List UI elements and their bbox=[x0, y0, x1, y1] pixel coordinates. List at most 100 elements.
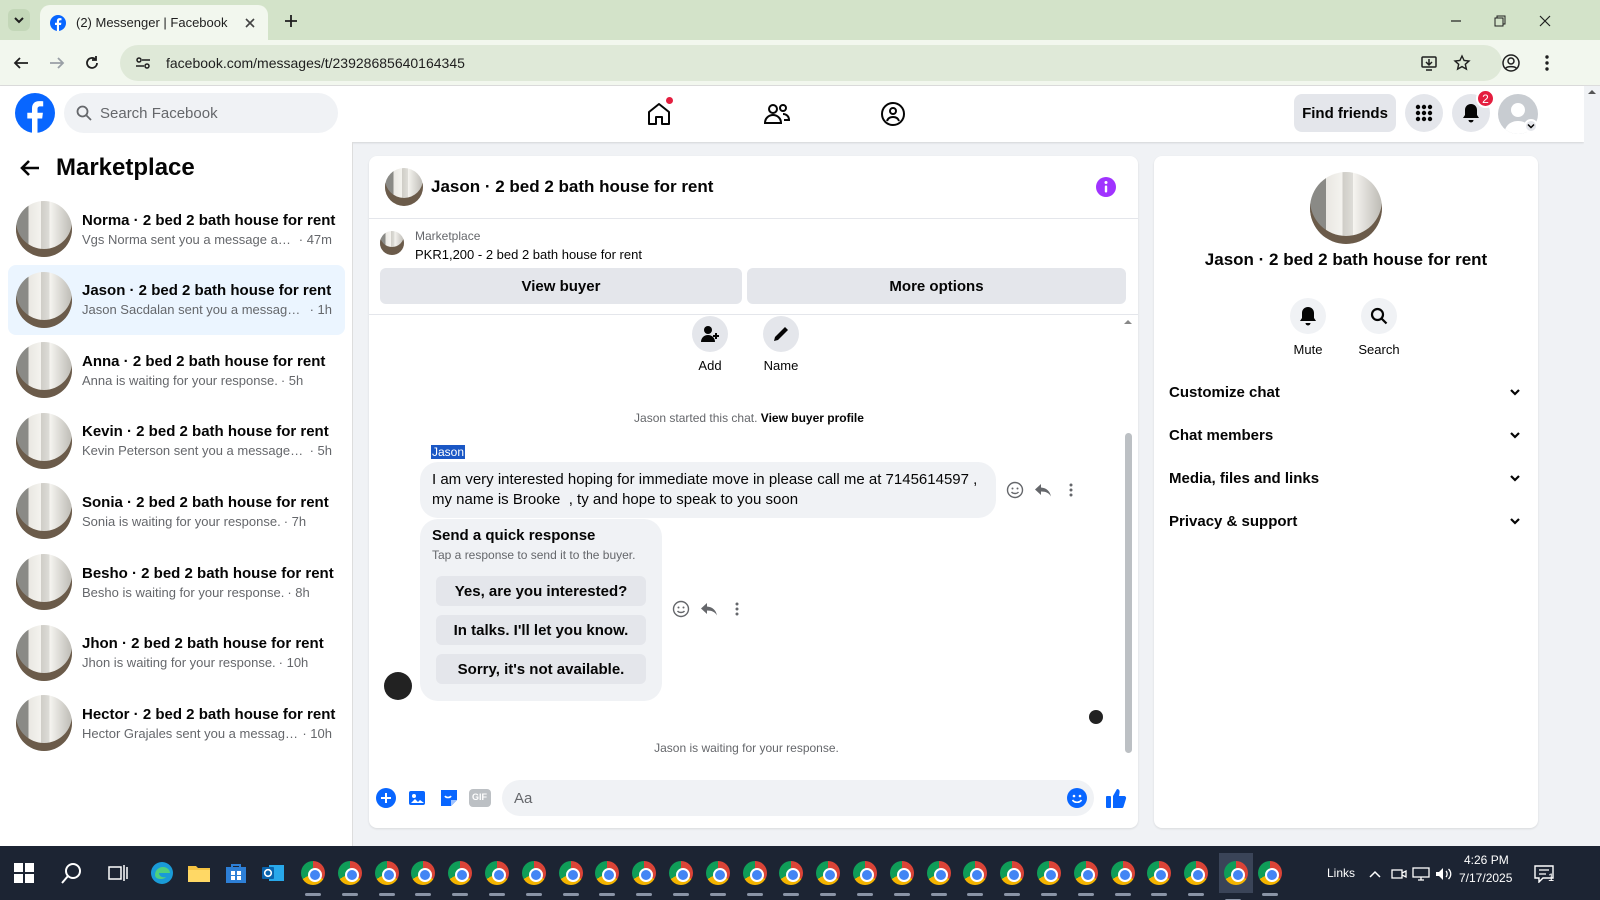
chrome-window-taskbar-item[interactable] bbox=[1035, 859, 1063, 896]
conversation-item[interactable]: Sonia · 2 bed 2 bath house for rent Sonia… bbox=[8, 476, 345, 546]
chrome-window-taskbar-item[interactable] bbox=[888, 859, 916, 896]
chrome-window-taskbar-item[interactable] bbox=[998, 859, 1026, 896]
chrome-window-taskbar-item[interactable] bbox=[483, 859, 511, 896]
close-icon[interactable] bbox=[242, 15, 258, 31]
chrome-window-taskbar-item[interactable] bbox=[1109, 859, 1137, 896]
info-icon[interactable] bbox=[1096, 177, 1116, 197]
conversation-item[interactable]: Jason · 2 bed 2 bath house for rent Jason… bbox=[8, 264, 345, 335]
incoming-message-bubble[interactable]: I am very interested hoping for immediat… bbox=[420, 462, 996, 518]
message-input-box[interactable] bbox=[502, 780, 1094, 816]
task-view-button[interactable] bbox=[104, 859, 132, 887]
new-tab-button[interactable] bbox=[280, 10, 302, 32]
info-section-row[interactable]: Customize chat bbox=[1169, 372, 1521, 412]
chrome-window-taskbar-item[interactable] bbox=[925, 859, 953, 896]
clock-date[interactable]: 7/17/2025 bbox=[1459, 871, 1512, 885]
chrome-window-taskbar-item[interactable] bbox=[557, 859, 585, 896]
chrome-window-taskbar-item[interactable] bbox=[667, 859, 695, 896]
message-input[interactable] bbox=[514, 789, 1034, 807]
chrome-window-taskbar-item[interactable] bbox=[446, 859, 474, 896]
outlook-app[interactable] bbox=[259, 859, 287, 887]
name-chat-action[interactable]: Name bbox=[751, 316, 811, 373]
more-dots-icon[interactable] bbox=[1061, 480, 1081, 500]
search-input[interactable] bbox=[100, 104, 320, 122]
conversation-item[interactable]: Kevin · 2 bed 2 bath house for rent Kevin… bbox=[8, 406, 345, 476]
home-nav-button[interactable] bbox=[639, 96, 679, 132]
notifications-button[interactable]: 2 bbox=[1452, 89, 1495, 132]
add-people-action[interactable]: Add bbox=[680, 316, 740, 373]
mute-circle[interactable] bbox=[1290, 298, 1326, 334]
action-center-button[interactable]: 1 bbox=[1530, 860, 1558, 888]
scrollbar-thumb[interactable] bbox=[1125, 433, 1132, 753]
find-friends-button[interactable]: Find friends bbox=[1294, 94, 1396, 132]
facebook-search[interactable] bbox=[64, 93, 338, 133]
quick-response-yes[interactable]: Yes, are you interested? bbox=[436, 576, 646, 606]
add-person-circle[interactable] bbox=[692, 316, 728, 352]
quick-response-not-available[interactable]: Sorry, it's not available. bbox=[436, 654, 646, 684]
menu-button[interactable] bbox=[1405, 94, 1443, 132]
links-toolbar-label[interactable]: Links bbox=[1327, 866, 1355, 880]
attach-photo-button[interactable] bbox=[407, 787, 429, 809]
view-buyer-profile-link[interactable]: View buyer profile bbox=[761, 411, 864, 425]
react-emoji-icon[interactable] bbox=[671, 599, 691, 619]
mute-action[interactable]: Mute bbox=[1278, 298, 1338, 357]
chrome-window-taskbar-item[interactable] bbox=[777, 859, 805, 896]
pencil-circle[interactable] bbox=[763, 316, 799, 352]
profile-button[interactable] bbox=[1499, 51, 1523, 75]
taskbar-search-button[interactable] bbox=[58, 859, 86, 887]
search-circle[interactable] bbox=[1361, 298, 1397, 334]
clock-time[interactable]: 4:26 PM bbox=[1464, 853, 1509, 867]
chrome-window-taskbar-item[interactable] bbox=[520, 859, 548, 896]
chrome-window-taskbar-item[interactable] bbox=[299, 859, 327, 896]
info-section-row[interactable]: Chat members bbox=[1169, 415, 1521, 455]
close-window-button[interactable] bbox=[1534, 10, 1556, 32]
chrome-window-taskbar-item[interactable] bbox=[593, 859, 621, 896]
browser-menu-button[interactable] bbox=[1535, 51, 1559, 75]
chrome-window-taskbar-item[interactable] bbox=[373, 859, 401, 896]
groups-nav-button[interactable] bbox=[873, 96, 913, 132]
bookmark-star-icon[interactable] bbox=[1453, 54, 1471, 72]
scroll-up-arrow-icon[interactable] bbox=[1584, 86, 1600, 98]
minimize-button[interactable] bbox=[1445, 10, 1467, 32]
chrome-window-taskbar-item[interactable] bbox=[1219, 853, 1253, 900]
info-section-row[interactable]: Privacy & support bbox=[1169, 501, 1521, 541]
chat-scrollbar[interactable] bbox=[1123, 318, 1133, 763]
chrome-window-taskbar-item[interactable] bbox=[704, 859, 732, 896]
info-section-row[interactable]: Media, files and links bbox=[1169, 458, 1521, 498]
tab-search-button[interactable] bbox=[8, 9, 30, 31]
volume-button[interactable] bbox=[1430, 860, 1458, 888]
like-button[interactable] bbox=[1105, 787, 1127, 809]
arrow-left-icon[interactable] bbox=[18, 156, 42, 180]
restore-button[interactable] bbox=[1489, 10, 1511, 32]
scroll-up-arrow-icon[interactable] bbox=[1123, 318, 1133, 326]
chrome-window-taskbar-item[interactable] bbox=[336, 859, 364, 896]
more-dots-icon[interactable] bbox=[727, 599, 747, 619]
chrome-window-taskbar-item[interactable] bbox=[1145, 859, 1173, 896]
page-scrollbar[interactable] bbox=[1584, 86, 1600, 846]
chrome-window-taskbar-item[interactable] bbox=[1072, 859, 1100, 896]
edge-app[interactable] bbox=[148, 859, 176, 887]
quick-response-in-talks[interactable]: In talks. I'll let you know. bbox=[436, 615, 646, 645]
install-app-icon[interactable] bbox=[1420, 54, 1438, 72]
gif-button[interactable]: GIF bbox=[469, 787, 491, 809]
more-actions-button[interactable] bbox=[375, 787, 397, 809]
chrome-window-taskbar-item[interactable] bbox=[741, 859, 769, 896]
chrome-window-taskbar-item[interactable] bbox=[851, 859, 879, 896]
chat-title[interactable]: Jason · 2 bed 2 bath house for rent bbox=[431, 177, 713, 197]
listing-thumbnail[interactable] bbox=[385, 168, 423, 206]
conversation-item[interactable]: Norma · 2 bed 2 bath house for rent Vgs N… bbox=[8, 194, 345, 264]
account-chevron[interactable] bbox=[1524, 119, 1538, 133]
back-button[interactable] bbox=[9, 51, 33, 75]
forward-button[interactable] bbox=[45, 51, 69, 75]
reply-icon[interactable] bbox=[699, 599, 719, 619]
conversation-item[interactable]: Hector · 2 bed 2 bath house for rent Hect… bbox=[8, 688, 345, 758]
chrome-window-taskbar-item[interactable] bbox=[961, 859, 989, 896]
store-app[interactable] bbox=[222, 859, 250, 887]
reload-button[interactable] bbox=[80, 51, 104, 75]
file-explorer-app[interactable] bbox=[185, 859, 213, 887]
facebook-logo[interactable] bbox=[15, 93, 55, 133]
chrome-window-taskbar-item[interactable] bbox=[409, 859, 437, 896]
emoji-button[interactable] bbox=[1066, 787, 1088, 809]
address-bar[interactable]: facebook.com/messages/t/2392868564016434… bbox=[120, 45, 1502, 81]
search-in-chat-action[interactable]: Search bbox=[1349, 298, 1409, 357]
chrome-window-taskbar-item[interactable] bbox=[814, 859, 842, 896]
